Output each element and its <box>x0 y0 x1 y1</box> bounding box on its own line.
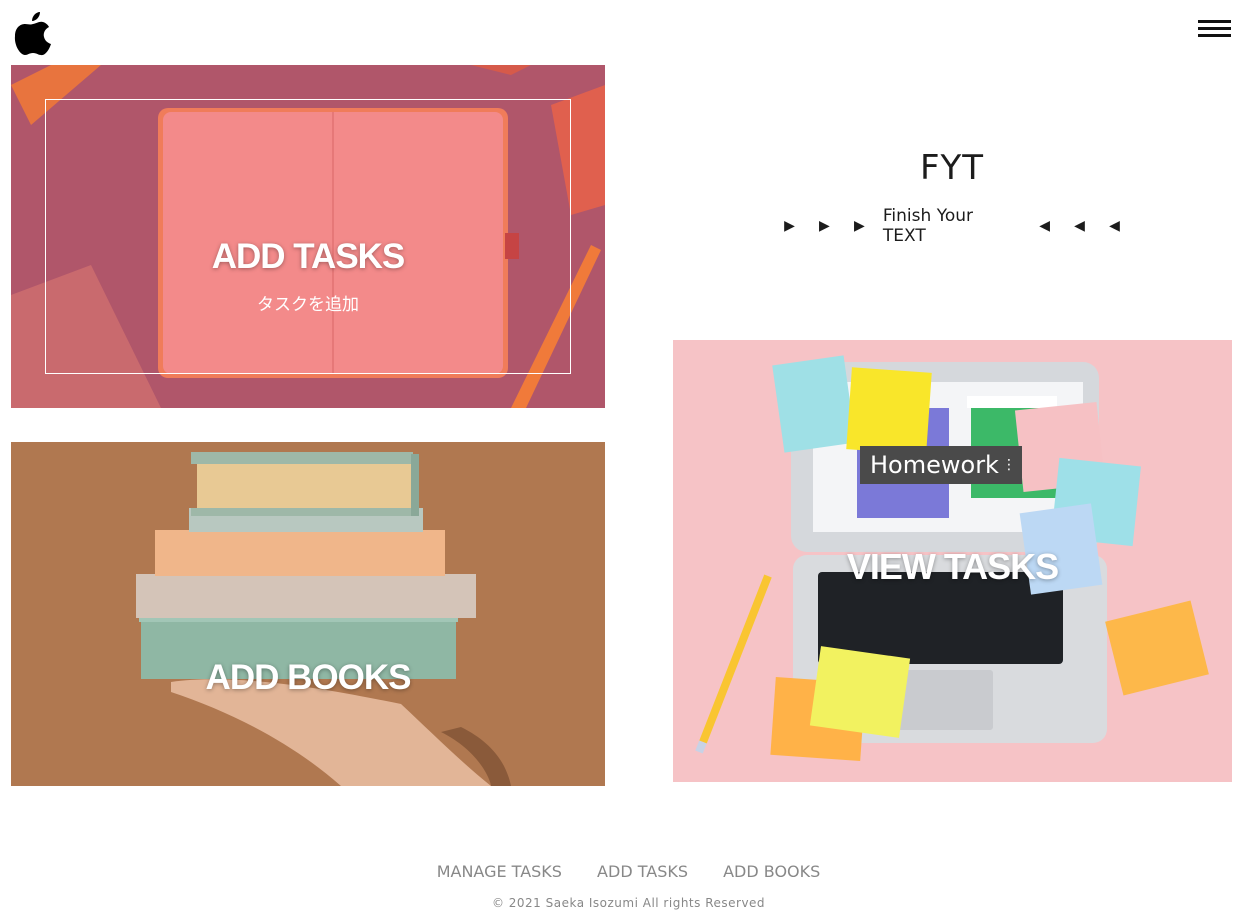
play-right-icon: ▶ <box>819 218 830 234</box>
add-tasks-card[interactable]: ADD TASKS タスクを追加 <box>11 65 605 408</box>
tagline: ▶ ▶ ▶ Finish Your TEXT ◀ ◀ ◀ <box>772 206 1132 246</box>
more-vertical-icon: ⋮ <box>1002 457 1016 473</box>
hamburger-menu-icon[interactable] <box>1196 20 1232 42</box>
homework-text: Homework <box>870 451 999 479</box>
tagline-text: Finish Your TEXT <box>882 206 973 246</box>
view-tasks-title: VIEW TASKS <box>846 546 1059 587</box>
footer-link-add-books[interactable]: ADD BOOKS <box>723 862 820 881</box>
menu-bar <box>1198 34 1231 37</box>
menu-bar <box>1198 20 1231 23</box>
add-tasks-title: ADD TASKS <box>211 237 406 276</box>
add-tasks-subtitle: タスクを追加 <box>257 295 359 315</box>
play-left-icon: ◀ <box>1039 218 1050 234</box>
add-books-title: ADD BOOKS <box>205 658 412 697</box>
footer-link-add-tasks[interactable]: ADD TASKS <box>597 862 688 881</box>
footer-nav: MANAGE TASKS ADD TASKS ADD BOOKS <box>0 862 1257 881</box>
play-right-icon: ▶ <box>784 218 795 234</box>
add-books-card[interactable]: ADD BOOKS <box>11 442 605 786</box>
homework-label: Homework ⋮ <box>860 446 1022 484</box>
play-right-icon: ▶ <box>854 218 865 234</box>
menu-bar <box>1198 27 1231 30</box>
view-tasks-card[interactable]: Homework ⋮ VIEW TASKS <box>673 340 1232 782</box>
play-left-icon: ◀ <box>1109 218 1120 234</box>
copyright: © 2021 Saeka Isozumi All rights Reserved <box>491 896 766 910</box>
apple-logo-icon[interactable] <box>14 10 52 56</box>
play-left-icon: ◀ <box>1074 218 1085 234</box>
books-photo <box>11 442 605 786</box>
page-title: FYT <box>919 148 985 188</box>
footer-link-manage-tasks[interactable]: MANAGE TASKS <box>437 862 562 881</box>
